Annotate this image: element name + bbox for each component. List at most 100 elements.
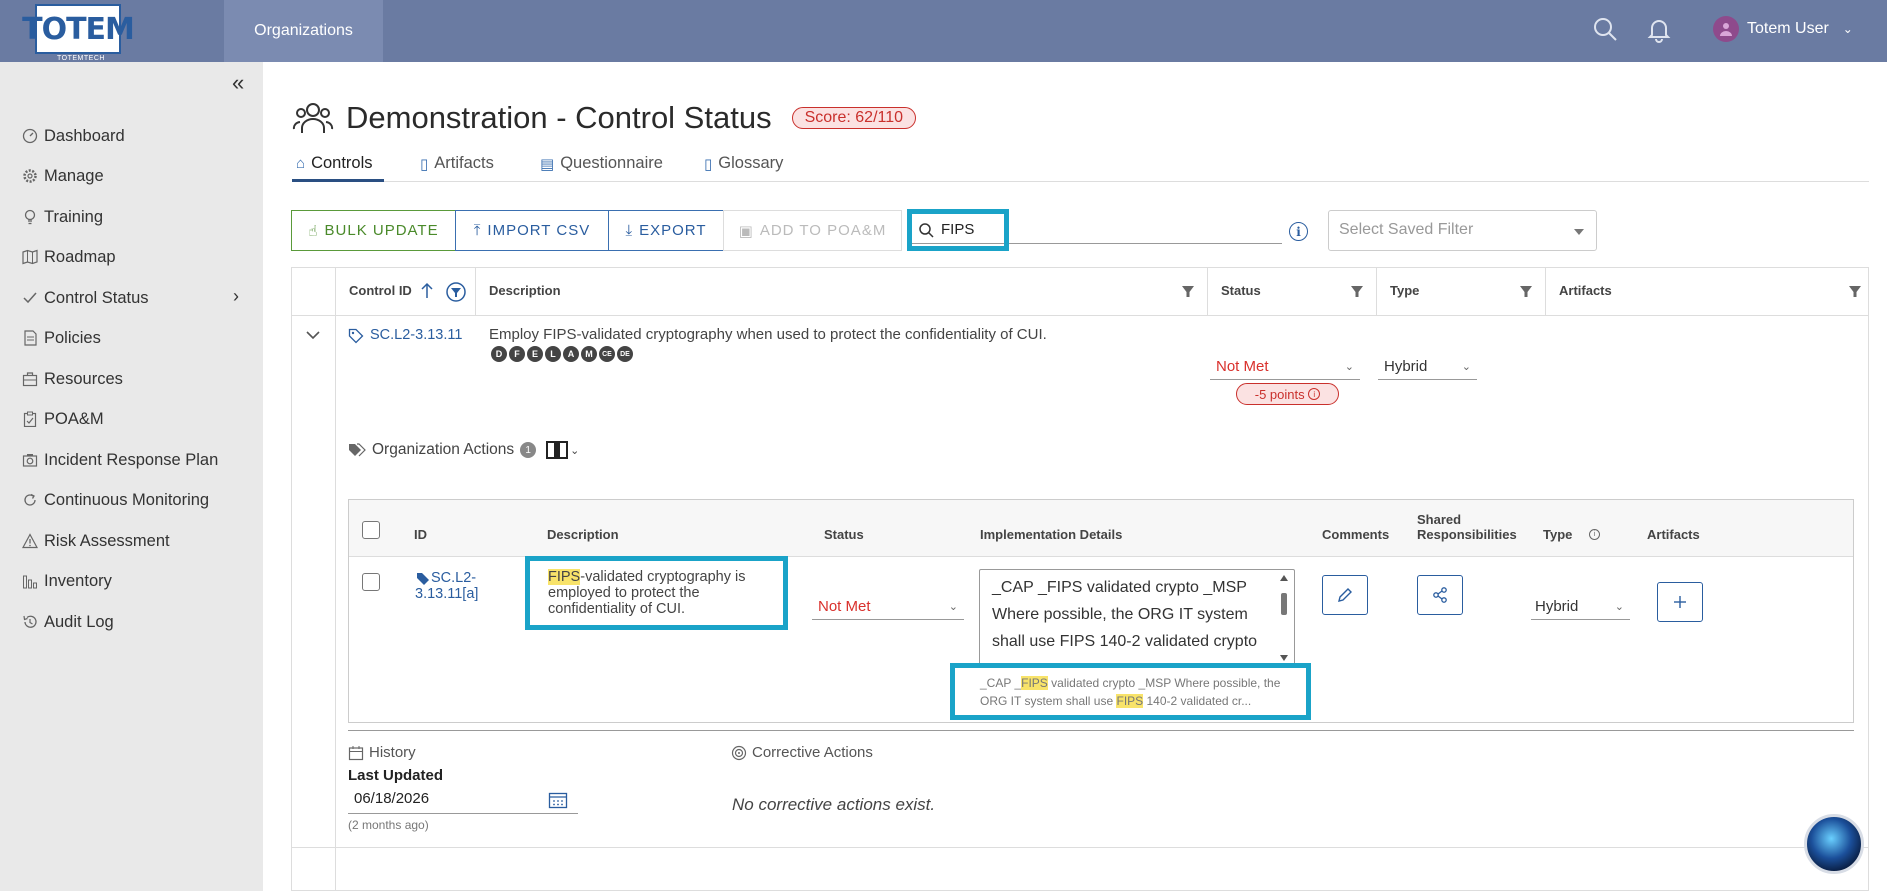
grid-header: Control ID Description Status Type Artif… <box>292 268 1868 316</box>
section-divider <box>348 730 1854 731</box>
column-header-implementation-details: Implementation Details <box>980 527 1123 542</box>
corrective-actions-header: Corrective Actions <box>731 744 873 761</box>
column-header-comments: Comments <box>1322 527 1390 542</box>
clipboard-icon: ▤ <box>540 155 555 173</box>
totem-logo[interactable]: TOTEM TOTEMTECH <box>22 4 135 62</box>
comments-button[interactable] <box>1322 575 1368 615</box>
organizations-nav[interactable]: Organizations <box>224 0 383 62</box>
add-artifact-button[interactable] <box>1657 582 1703 622</box>
search-match: FIPS <box>548 569 581 585</box>
filter-icon[interactable] <box>1350 284 1364 298</box>
column-divider <box>335 268 336 316</box>
control-id-link[interactable]: SC.L2-3.13.11 <box>370 327 462 343</box>
column-header-artifacts[interactable]: Artifacts <box>1559 283 1612 298</box>
import-csv-button[interactable]: ⤒ IMPORT CSV <box>455 210 609 251</box>
user-menu[interactable]: Totem User ⌄ <box>1713 14 1853 44</box>
select-all-checkbox[interactable] <box>362 521 380 539</box>
document-icon <box>22 330 38 346</box>
sidebar-item-audit-log[interactable]: Audit Log <box>22 610 114 634</box>
action-status-select[interactable]: Not Met ⌄ <box>812 598 964 620</box>
tab-artifacts[interactable]: ▯ Artifacts <box>420 154 494 173</box>
bar-chart-icon <box>22 573 38 589</box>
sidebar-item-poam[interactable]: POA&M <box>22 407 104 431</box>
chevron-down-icon[interactable] <box>305 329 321 341</box>
button-label: EXPORT <box>639 222 707 239</box>
sidebar-item-policies[interactable]: Policies <box>22 326 101 350</box>
sidebar-item-label: Audit Log <box>44 612 114 631</box>
shared-responsibilities-button[interactable] <box>1417 575 1463 615</box>
sidebar-item-label: Control Status <box>44 288 149 307</box>
sidebar-item-control-status[interactable]: Control Status <box>22 286 149 310</box>
columns-icon[interactable] <box>546 441 569 459</box>
sidebar-item-label: Resources <box>44 369 123 388</box>
action-id-link[interactable]: SC.L2-3.13.11[a] <box>415 570 495 602</box>
logo-text: TOTEM <box>22 11 135 47</box>
sidebar-item-label: Training <box>44 207 103 226</box>
filter-icon[interactable] <box>1181 284 1195 298</box>
sidebar-item-inventory[interactable]: Inventory <box>22 569 112 593</box>
control-status-select[interactable]: Not Met ⌄ <box>1210 358 1360 380</box>
implementation-details-textarea[interactable]: _CAP _FIPS validated crypto _MSP Where p… <box>979 569 1295 665</box>
users-icon <box>292 103 334 133</box>
action-type-select[interactable]: Hybrid ⌄ <box>1531 598 1630 620</box>
filter-active-icon[interactable] <box>446 282 466 302</box>
export-button[interactable]: ⤓ EXPORT <box>608 210 724 251</box>
tab-controls[interactable]: ⌂ Controls <box>296 154 373 173</box>
column-header-type[interactable]: Type <box>1390 283 1419 298</box>
sidebar-item-incident-response-plan[interactable]: Incident Response Plan <box>22 448 218 472</box>
sidebar-item-label: Manage <box>44 166 104 185</box>
document-icon: ▯ <box>420 155 429 173</box>
column-header-description[interactable]: Description <box>489 283 561 298</box>
upload-icon: ⤒ <box>473 222 482 239</box>
row-checkbox[interactable] <box>362 573 380 591</box>
bulk-update-button[interactable]: ☝ BULK UPDATE <box>291 210 456 251</box>
briefcase-icon <box>22 371 38 387</box>
column-header-control-id[interactable]: Control ID <box>349 283 412 298</box>
snippet-text: 140-2 validated cr... <box>1143 694 1252 708</box>
tab-glossary[interactable]: ▯ Glossary <box>704 154 783 173</box>
search-icon[interactable] <box>1591 15 1619 43</box>
bell-icon[interactable] <box>1645 15 1673 43</box>
sidebar-item-continuous-monitoring[interactable]: Continuous Monitoring <box>22 488 209 512</box>
row-divider <box>335 316 336 891</box>
sidebar-item-roadmap[interactable]: Roadmap <box>22 245 116 269</box>
search-match: FIPS <box>1021 676 1048 690</box>
tab-label: Glossary <box>718 154 784 172</box>
column-divider <box>475 268 476 316</box>
organization-actions-header: Organization Actions 1 ⌄ <box>348 441 579 459</box>
filter-icon[interactable] <box>1519 284 1533 298</box>
filter-icon[interactable] <box>1848 284 1862 298</box>
collapse-sidebar-icon[interactable]: « <box>232 70 244 96</box>
lightbulb-icon <box>22 209 38 225</box>
last-updated-date-field[interactable]: 06/18/2026 <box>348 788 578 814</box>
sidebar-item-manage[interactable]: Manage <box>22 164 104 188</box>
chevron-right-icon[interactable]: › <box>233 286 239 307</box>
download-icon: ⤓ <box>625 222 634 239</box>
tab-questionnaire[interactable]: ▤ Questionnaire <box>540 154 663 173</box>
sidebar-item-dashboard[interactable]: Dashboard <box>22 124 125 148</box>
table-header: ID Description Status Implementation Det… <box>349 500 1853 557</box>
textarea-scrollbar[interactable] <box>1277 573 1291 663</box>
control-type-select[interactable]: Hybrid ⌄ <box>1378 358 1477 380</box>
column-header-artifacts: Artifacts <box>1647 527 1700 542</box>
last-updated-relative: (2 months ago) <box>348 818 429 832</box>
add-to-poam-button[interactable]: ▣ ADD TO POA&M <box>723 210 902 251</box>
info-icon[interactable]: i <box>1289 222 1308 241</box>
points-text: -5 points <box>1254 386 1305 402</box>
sidebar-item-risk-assessment[interactable]: Risk Assessment <box>22 529 170 553</box>
score-badge: Score: 62/110 <box>791 107 917 129</box>
info-icon[interactable]: i <box>1589 529 1600 540</box>
sidebar-item-resources[interactable]: Resources <box>22 367 123 391</box>
saved-filter-select[interactable]: Select Saved Filter <box>1328 210 1597 251</box>
chat-assistant-icon[interactable] <box>1804 814 1864 874</box>
dashboard-icon <box>22 128 38 144</box>
sort-ascending-icon[interactable] <box>420 282 434 300</box>
date-value: 06/18/2026 <box>354 790 430 807</box>
tab-label: Artifacts <box>434 154 494 172</box>
clipboard-icon: ▣ <box>738 222 754 240</box>
calendar-icon[interactable] <box>548 791 568 809</box>
column-header-status[interactable]: Status <box>1221 283 1261 298</box>
sidebar-item-training[interactable]: Training <box>22 205 103 229</box>
chevron-down-icon[interactable]: ⌄ <box>570 444 579 457</box>
sidebar-item-label: Continuous Monitoring <box>44 490 210 509</box>
